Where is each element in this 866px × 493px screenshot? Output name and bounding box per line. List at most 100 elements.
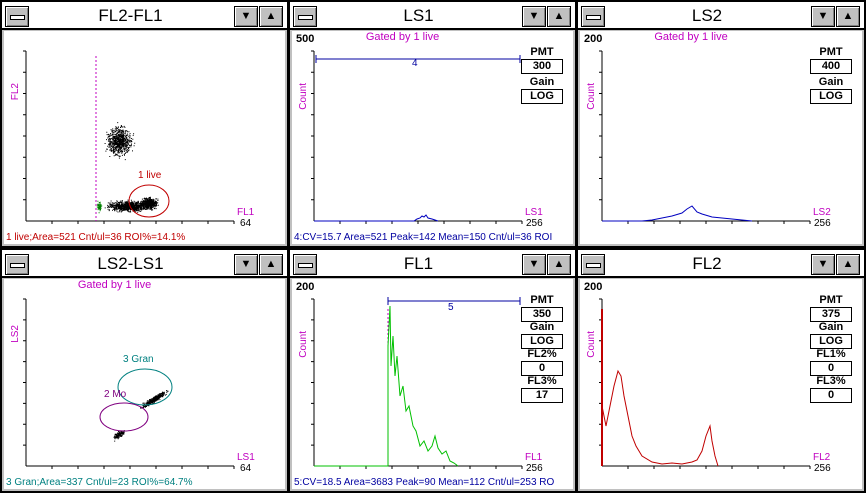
x-axis-max: 64 — [240, 463, 252, 474]
plot-area[interactable]: Gated by 1 live LS2 LS1 64 3 Gran 2 Mo 3… — [4, 279, 285, 489]
pmt-control[interactable]: PMT 350 — [521, 294, 563, 322]
gate-label: Gated by 1 live — [654, 31, 728, 43]
y-axis-max: 200 — [584, 33, 603, 45]
status-line: 4:CV=15.7 Area=521 Peak=142 Mean=150 Cnt… — [294, 232, 553, 243]
plot-window-ls1: LS1 ▼ ▲ Gated by 1 live 500 Count LS1 25… — [290, 2, 575, 246]
histogram-line — [601, 369, 719, 467]
status-line: 1 live;Area=521 Cnt/ul=36 ROI%=14.1% — [6, 232, 186, 243]
gain-control[interactable]: Gain LOG — [521, 76, 563, 104]
event-dots — [113, 430, 125, 442]
region-label-2: 2 Mo — [104, 389, 127, 400]
histogram-line — [314, 305, 459, 467]
minimize-icon[interactable]: ▼ — [811, 6, 835, 27]
status-line: 3 Gran;Area=337 Cnt/ul=23 ROI%=64.7% — [6, 477, 193, 488]
plot-window-fl2-fl1: FL2-FL1 ▼ ▲ FL2 FL1 64 1 live 1 live;Are… — [2, 2, 287, 246]
plot-area[interactable]: 200 Count FL2 256 PMT 375 Gain LOG FL1% … — [580, 279, 862, 489]
title-bar[interactable]: LS1 ▼ ▲ — [290, 2, 575, 30]
y-axis-label: Count — [298, 83, 309, 110]
title-bar[interactable]: FL2-FL1 ▼ ▲ — [2, 2, 287, 30]
minimize-icon[interactable]: ▼ — [234, 254, 258, 275]
x-axis-max: 256 — [814, 463, 831, 474]
gain-value[interactable]: LOG — [810, 334, 852, 349]
system-menu-icon[interactable] — [293, 254, 317, 275]
minimize-icon[interactable]: ▼ — [522, 254, 546, 275]
y-axis-max: 200 — [296, 281, 315, 293]
x-axis-max: 256 — [526, 463, 543, 474]
y-axis-label: Count — [586, 331, 597, 358]
gain-value[interactable]: LOG — [810, 89, 852, 104]
y-axis-max: 500 — [296, 33, 315, 45]
maximize-icon[interactable]: ▲ — [836, 6, 860, 27]
minimize-icon[interactable]: ▼ — [811, 254, 835, 275]
plot-window-fl1: FL1 ▼ ▲ 200 Count FL1 256 5 PMT 350 Gain… — [290, 250, 575, 491]
plot-window-fl2: FL2 ▼ ▲ 200 Count FL2 256 PMT 375 Gain L… — [578, 250, 864, 491]
y-axis-label: LS2 — [10, 325, 21, 343]
pmt-value[interactable]: 375 — [810, 307, 852, 322]
window-title: LS2 — [691, 6, 723, 25]
x-axis-label: FL1 — [525, 452, 543, 463]
y-axis-label: Count — [586, 83, 597, 110]
plot-area[interactable]: Gated by 1 live 500 Count LS1 256 4 PMT … — [292, 31, 573, 244]
status-line: 5:CV=18.5 Area=3683 Peak=90 Mean=112 Cnt… — [294, 477, 555, 488]
histogram-line — [314, 214, 439, 222]
marker-label: 4 — [412, 58, 418, 69]
fl1-comp-label: FL1% — [816, 348, 846, 360]
maximize-icon[interactable]: ▲ — [259, 254, 283, 275]
fl3-comp-control[interactable]: FL3% 17 — [521, 375, 563, 403]
title-bar[interactable]: LS2 ▼ ▲ — [578, 2, 864, 30]
fl3-comp-value[interactable]: 17 — [521, 388, 563, 403]
window-title: FL2-FL1 — [98, 6, 163, 25]
pmt-control[interactable]: PMT 375 — [810, 294, 852, 322]
y-axis-max: 200 — [584, 281, 603, 293]
gain-value[interactable]: LOG — [521, 89, 563, 104]
window-title: FL1 — [403, 254, 434, 273]
maximize-icon[interactable]: ▲ — [836, 254, 860, 275]
fl3-comp-label: FL3% — [527, 375, 557, 387]
title-bar[interactable]: FL1 ▼ ▲ — [290, 250, 575, 278]
window-title: LS1 — [403, 6, 434, 25]
maximize-icon[interactable]: ▲ — [547, 254, 571, 275]
region-label: 3 Gran — [123, 354, 154, 365]
maximize-icon[interactable]: ▲ — [259, 6, 283, 27]
fl3-comp-control[interactable]: FL3% 0 — [810, 375, 852, 403]
pmt-value[interactable]: 300 — [521, 59, 563, 74]
fl1-comp-value[interactable]: 0 — [810, 361, 852, 376]
pmt-label: PMT — [530, 46, 554, 58]
system-menu-icon[interactable] — [581, 254, 605, 275]
title-bar[interactable]: LS2-LS1 ▼ ▲ — [2, 250, 287, 278]
marker-label: 5 — [448, 302, 454, 313]
x-axis-label: FL1 — [237, 207, 255, 218]
pmt-value[interactable]: 400 — [810, 59, 852, 74]
title-bar[interactable]: FL2 ▼ ▲ — [578, 250, 864, 278]
pmt-control[interactable]: PMT 300 — [521, 46, 563, 74]
maximize-icon[interactable]: ▲ — [547, 6, 571, 27]
gate-label: Gated by 1 live — [77, 279, 152, 291]
minimize-icon[interactable]: ▼ — [234, 6, 258, 27]
minimize-icon[interactable]: ▼ — [522, 6, 546, 27]
x-axis-label: LS2 — [813, 207, 831, 218]
gain-value[interactable]: LOG — [521, 334, 563, 349]
system-menu-icon[interactable] — [293, 6, 317, 27]
system-menu-icon[interactable] — [581, 6, 605, 27]
plot-area[interactable]: FL2 FL1 64 1 live 1 live;Area=521 Cnt/ul… — [4, 31, 285, 244]
fl3-comp-value[interactable]: 0 — [810, 388, 852, 403]
x-axis-label: LS1 — [525, 207, 543, 218]
pmt-control[interactable]: PMT 400 — [810, 46, 852, 74]
plot-area[interactable]: Gated by 1 live 200 Count LS2 256 PMT 40… — [580, 31, 862, 244]
y-axis-label: Count — [298, 331, 309, 358]
gain-label: Gain — [529, 321, 555, 333]
gain-control[interactable]: Gain LOG — [810, 76, 852, 104]
window-title: FL2 — [692, 254, 722, 273]
gain-control[interactable]: Gain LOG — [521, 321, 563, 349]
plot-area[interactable]: 200 Count FL1 256 5 PMT 350 Gain LOG FL2… — [292, 279, 573, 489]
fl1-comp-control[interactable]: FL1% 0 — [810, 348, 852, 376]
roi-region-2-mo — [99, 402, 149, 432]
system-menu-icon[interactable] — [5, 254, 29, 275]
fl2-comp-value[interactable]: 0 — [521, 361, 563, 376]
pmt-value[interactable]: 350 — [521, 307, 563, 322]
fl2-comp-control[interactable]: FL2% 0 — [521, 348, 563, 376]
plot-window-ls2: LS2 ▼ ▲ Gated by 1 live 200 Count LS2 25… — [578, 2, 864, 246]
system-menu-icon[interactable] — [5, 6, 29, 27]
gain-control[interactable]: Gain LOG — [810, 321, 852, 349]
gain-label: Gain — [529, 76, 555, 88]
